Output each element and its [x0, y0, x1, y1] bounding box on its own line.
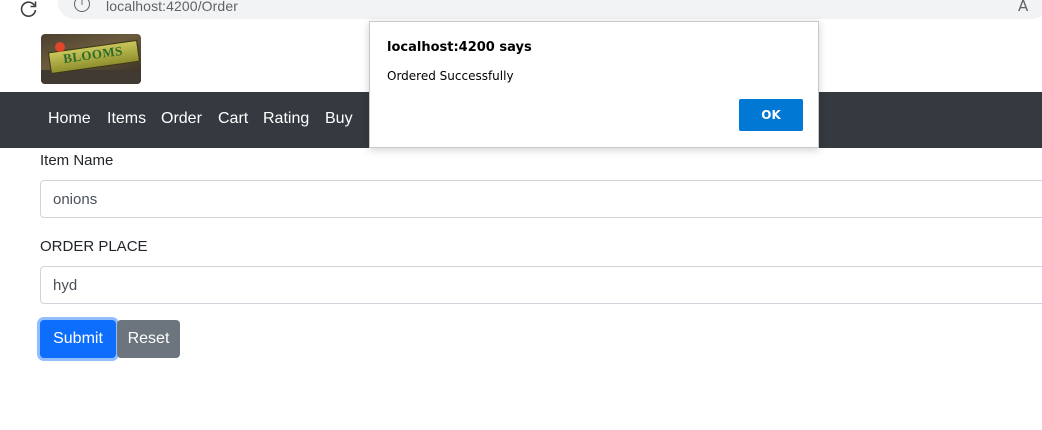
nav-item-home[interactable]: Home	[48, 110, 91, 128]
brand-logo: BLOOMS	[41, 34, 141, 84]
item-name-label: Item Name	[40, 152, 114, 169]
browser-toolbar: i localhost:4200/Order Ã	[0, 0, 1042, 22]
order-place-label: ORDER PLACE	[40, 238, 148, 255]
read-aloud-icon[interactable]: Ã	[1018, 0, 1028, 15]
nav-item-items[interactable]: Items	[107, 110, 146, 128]
url-text[interactable]: localhost:4200/Order	[106, 0, 238, 14]
order-place-input[interactable]	[40, 266, 1042, 304]
nav-item-order[interactable]: Order	[161, 110, 202, 128]
submit-button[interactable]: Submit	[40, 320, 116, 358]
alert-title: localhost:4200 says	[387, 40, 532, 55]
nav-item-rating[interactable]: Rating	[263, 110, 309, 128]
nav-item-cart[interactable]: Cart	[218, 110, 248, 128]
nav-item-buy[interactable]: Buy	[325, 110, 353, 128]
item-name-input[interactable]	[40, 180, 1042, 218]
reset-button[interactable]: Reset	[117, 320, 180, 358]
ok-button[interactable]: OK	[739, 99, 803, 131]
reload-icon[interactable]	[19, 0, 39, 19]
alert-message: Ordered Successfully	[387, 69, 514, 83]
alert-dialog: localhost:4200 says Ordered Successfully…	[369, 21, 819, 148]
